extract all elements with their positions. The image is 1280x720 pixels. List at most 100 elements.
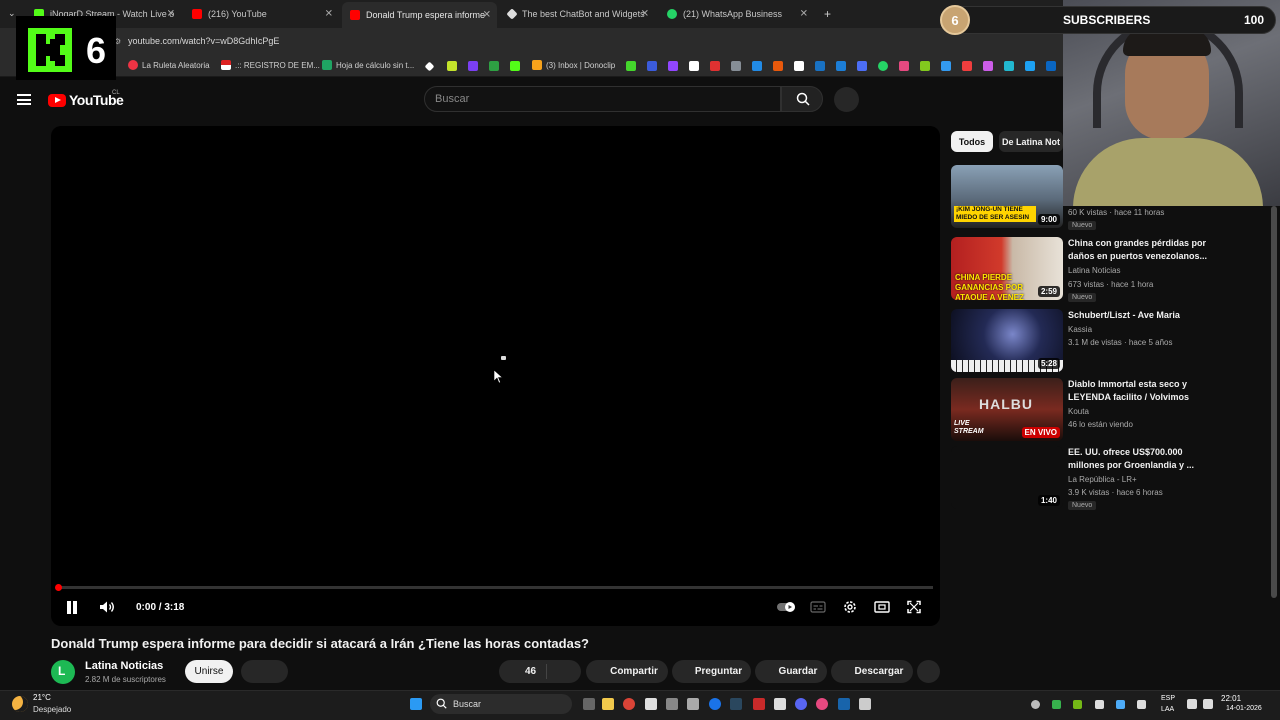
bookmark-icon[interactable] [899,61,909,71]
app-icon[interactable] [645,698,657,710]
bookmark-icon[interactable] [447,61,457,71]
app-icon[interactable] [709,698,721,710]
file-explorer-icon[interactable] [602,698,614,710]
network-icon[interactable] [1187,699,1197,709]
bookmark-icon[interactable] [920,61,930,71]
clock-time[interactable]: 22:01 [1221,694,1241,703]
subtitles-icon[interactable] [810,600,826,614]
tray-icon[interactable] [1095,700,1104,709]
bookmark-icon[interactable] [857,61,867,71]
tab-list-chevron-icon[interactable]: ⌄ [8,8,16,19]
channel-avatar[interactable] [51,660,75,684]
app-icon[interactable] [687,698,699,710]
app-icon[interactable] [753,698,765,710]
bookmark-icon[interactable] [752,61,762,71]
app-icon[interactable] [838,698,850,710]
autoplay-toggle-icon[interactable] [777,600,797,614]
progress-scrubber[interactable] [55,584,62,591]
close-tab-icon[interactable]: ✕ [800,9,808,20]
save-button[interactable]: Guardar [755,660,827,683]
bookmark-ruleta[interactable]: La Ruleta Aleatoria [128,60,210,70]
tray-icon[interactable] [1052,700,1061,709]
weather-moon-icon[interactable] [12,696,28,712]
related-thumbnail[interactable]: HALBU LIVE STREAM EN VIVO [951,378,1063,441]
related-title[interactable]: Schubert/Liszt - Ave Maria [1068,309,1218,322]
chrome-icon[interactable] [623,698,635,710]
bookmark-icon[interactable] [1025,61,1035,71]
close-tab-icon[interactable]: ✕ [641,9,649,20]
steam-icon[interactable] [730,698,742,710]
theater-mode-icon[interactable] [874,600,890,614]
taskbar-search-input[interactable] [430,694,572,714]
bookmark-icon[interactable] [689,61,699,71]
related-thumbnail[interactable]: CHINA PIERDE GANANCIAS POR ATAQUE A VENE… [951,237,1063,300]
language-indicator[interactable]: ESP [1161,695,1175,702]
voice-search-button[interactable] [834,87,859,112]
page-scrollbar[interactable] [1271,206,1277,598]
close-tab-icon[interactable]: ✕ [167,9,175,20]
task-view-icon[interactable] [583,698,595,710]
weather-description[interactable]: Despejado [33,705,71,714]
related-thumbnail[interactable]: 1:40 [951,446,1063,509]
new-tab-icon[interactable]: + [824,7,831,21]
progress-bar[interactable] [57,586,933,589]
related-channel[interactable]: Kassia [1068,325,1092,334]
speaker-icon[interactable] [1203,699,1213,709]
channel-name[interactable]: Latina Noticias [85,660,163,672]
related-channel[interactable]: La República - LR+ [1068,475,1137,484]
tab-whatsapp[interactable]: (21) WhatsApp Business ✕ [659,4,814,24]
windows-start-icon[interactable] [410,698,422,710]
close-tab-icon[interactable]: ✕ [325,9,333,20]
tab-youtube-home[interactable]: (216) YouTube ✕ [184,4,339,24]
app-icon[interactable] [774,698,786,710]
like-button[interactable]: 46 [499,660,581,683]
bookmark-icon[interactable] [1046,61,1056,71]
tray-icon[interactable] [1116,700,1125,709]
related-channel[interactable]: Latina Noticias [1068,266,1120,275]
ask-button[interactable]: Preguntar [672,660,751,683]
dislike-button[interactable] [546,664,547,679]
related-title[interactable]: EE. UU. ofrece US$700.000 millones por G… [1068,446,1218,472]
tab-chatbot[interactable]: The best ChatBot and Widgets ✕ [500,4,655,24]
related-channel[interactable]: Kouta [1068,407,1089,416]
bookmark-registro[interactable]: .:: REGISTRO DE EM... [221,60,320,70]
bookmark-icon[interactable] [941,61,951,71]
hamburger-menu-icon[interactable] [17,94,31,105]
bookmark-icon[interactable] [468,61,478,71]
app-icon[interactable] [816,698,828,710]
clock-date[interactable]: 14-01-2026 [1226,705,1262,712]
bookmark-icon[interactable] [794,61,804,71]
keyboard-layout-indicator[interactable]: LAA [1161,706,1174,713]
search-button[interactable] [781,86,823,112]
bookmark-icon[interactable] [647,61,657,71]
search-input[interactable]: Buscar [424,86,781,112]
bookmark-icon[interactable] [710,61,720,71]
related-thumbnail[interactable]: 5:28 [951,309,1063,372]
tab-current-video[interactable]: Donald Trump espera informe ✕ [342,2,497,28]
bookmark-icon[interactable] [983,61,993,71]
tray-icon[interactable] [1073,700,1082,709]
related-title[interactable]: Diablo Immortal esta seco y LEYENDA faci… [1068,378,1218,404]
bookmark-icon[interactable] [836,61,846,71]
close-tab-icon[interactable]: ✕ [483,10,491,21]
chip-todos[interactable]: Todos [951,131,993,152]
bookmark-hoja-calculo[interactable]: Hoja de cálculo sin t... [322,60,414,70]
app-icon[interactable] [666,698,678,710]
volume-icon[interactable] [99,600,115,614]
fullscreen-icon[interactable] [906,600,922,614]
related-title[interactable]: China con grandes pérdidas por daños en … [1068,237,1218,263]
weather-temperature[interactable]: 21°C [33,693,51,702]
join-button[interactable]: Unirse [185,660,233,683]
more-actions-button[interactable] [917,660,940,683]
bookmark-icon[interactable] [668,61,678,71]
tray-icon[interactable] [1137,700,1146,709]
settings-gear-icon[interactable] [842,600,858,614]
bookmark-icon[interactable] [626,61,636,71]
share-button[interactable]: Compartir [586,660,668,683]
bookmark-icon[interactable] [489,61,499,71]
discord-icon[interactable] [795,698,807,710]
whatsapp-bookmark-icon[interactable] [878,61,888,71]
bookmark-icon[interactable] [815,61,825,71]
subscribe-button[interactable] [241,660,288,683]
url-field[interactable]: youtube.com/watch?v=wD8GdhIcPgE [128,36,279,46]
